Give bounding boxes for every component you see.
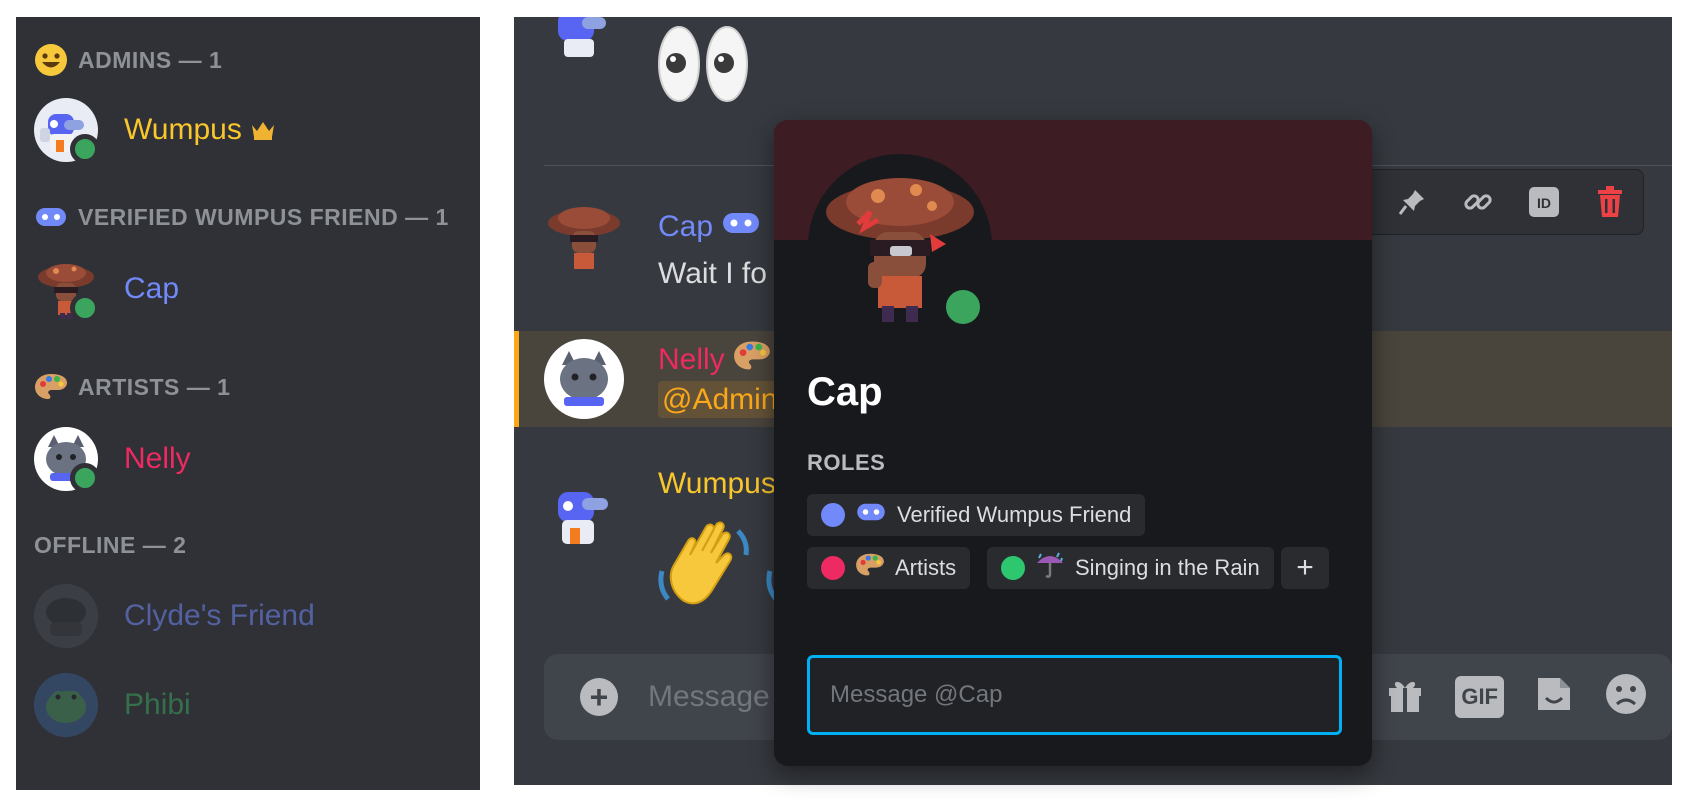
delete-icon[interactable]: [1591, 183, 1629, 221]
online-status-icon: [70, 134, 100, 164]
emoji-icon[interactable]: [1604, 672, 1648, 721]
group-header-label: OFFLINE — 2: [34, 531, 187, 558]
message-content: Wait I fo: [658, 257, 767, 290]
member-name: Wumpus: [124, 113, 242, 146]
smiley-emoji-icon: [34, 43, 68, 77]
avatar: [544, 197, 624, 277]
online-status-icon: [70, 463, 100, 493]
palette-emoji-icon: [855, 552, 885, 584]
avatar: [34, 584, 98, 648]
member-cap[interactable]: Cap: [34, 257, 180, 323]
roles-heading: ROLES: [807, 450, 886, 475]
role-name: Singing in the Rain: [1075, 555, 1260, 580]
wumpus-face-icon: [34, 200, 68, 234]
member-wumpus[interactable]: Wumpus: [34, 98, 276, 164]
gift-icon[interactable]: [1385, 674, 1425, 719]
online-status-icon: [70, 293, 100, 323]
add-attachment-button[interactable]: +: [580, 678, 618, 716]
message-actions-toolbar: ID: [1324, 169, 1644, 235]
member-clydes-friend[interactable]: Clyde's Friend: [34, 584, 315, 648]
role-color-dot[interactable]: [1001, 556, 1025, 580]
avatar: [34, 673, 98, 737]
member-name: Cap: [124, 272, 180, 305]
eyes-emoji-icon: [658, 25, 748, 103]
message-author[interactable]: Nelly: [658, 339, 771, 381]
member-phibi[interactable]: Phibi: [34, 673, 191, 737]
role-name: Verified Wumpus Friend: [897, 502, 1132, 527]
palette-emoji-icon: [34, 370, 68, 404]
member-name: Phibi: [124, 688, 191, 721]
profile-username: Cap: [807, 370, 883, 414]
composer-icons: GIF: [1385, 672, 1648, 721]
pin-icon[interactable]: [1393, 183, 1431, 221]
avatar: [544, 339, 624, 419]
member-name: Clyde's Friend: [124, 599, 315, 632]
sticker-icon[interactable]: [1534, 674, 1574, 719]
author-name: Nelly: [658, 343, 725, 376]
wumpus-face-icon: [721, 209, 761, 245]
link-icon[interactable]: [1459, 183, 1497, 221]
crown-icon: [250, 119, 276, 141]
group-header-verified-wumpus-friend: VERIFIED WUMPUS FRIEND — 1: [34, 200, 449, 234]
umbrella-emoji-icon: [1035, 551, 1065, 585]
palette-emoji-icon: [733, 339, 771, 381]
group-header-label: ADMINS — 1: [78, 46, 223, 73]
member-nelly[interactable]: Nelly: [34, 427, 191, 493]
author-name: Wumpus: [658, 467, 776, 500]
composer-placeholder[interactable]: Message: [648, 680, 770, 714]
group-header-label: VERIFIED WUMPUS FRIEND — 1: [78, 203, 449, 230]
avatar: [34, 98, 100, 164]
group-header-offline: OFFLINE — 2: [34, 528, 186, 562]
message-author[interactable]: Cap: [658, 209, 761, 245]
online-status-icon: [938, 282, 988, 332]
member-name: Nelly: [124, 442, 191, 475]
direct-message-input[interactable]: [807, 655, 1342, 735]
member-list: ADMINS — 1 Wumpus VERIFIED WUMPUS FRIEND…: [16, 17, 480, 790]
id-icon[interactable]: ID: [1525, 183, 1563, 221]
role-verified-wumpus-friend[interactable]: Verified Wumpus Friend: [807, 494, 1146, 536]
avatar: [34, 257, 100, 323]
role-artists[interactable]: Artists: [807, 547, 971, 589]
role-name: Artists: [895, 555, 957, 580]
svg-text:ID: ID: [1537, 195, 1551, 211]
role-color-dot[interactable]: [821, 503, 845, 527]
message-content: @Admin: [658, 381, 782, 418]
group-header-admins: ADMINS — 1: [34, 43, 222, 77]
wumpus-face-icon: [855, 501, 887, 529]
gif-icon[interactable]: GIF: [1455, 675, 1504, 718]
group-header-label: ARTISTS — 1: [78, 373, 231, 400]
add-role-button[interactable]: +: [1281, 547, 1329, 589]
avatar: [544, 472, 624, 552]
group-header-artists: ARTISTS — 1: [34, 370, 230, 404]
user-profile-popout: Cap ROLES Verified Wumpus Friend Artists…: [774, 120, 1372, 766]
avatar: [34, 427, 100, 493]
role-singing-in-the-rain[interactable]: Singing in the Rain: [987, 547, 1274, 589]
role-color-dot[interactable]: [821, 556, 845, 580]
mention[interactable]: @Admin: [658, 381, 782, 418]
message-author[interactable]: Wumpus: [658, 467, 776, 501]
avatar: [544, 17, 624, 63]
author-name: Cap: [658, 210, 714, 243]
